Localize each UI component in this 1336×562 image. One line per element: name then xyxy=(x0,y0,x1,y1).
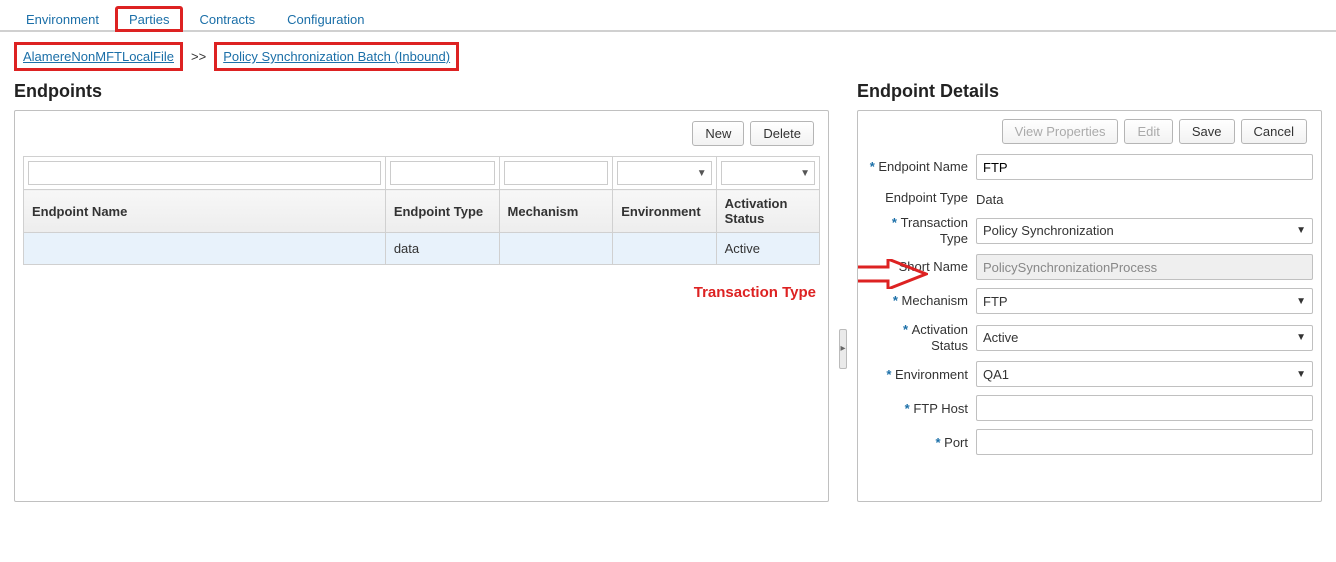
delete-button[interactable]: Delete xyxy=(750,121,814,146)
top-tabs: Environment Parties Contracts Configurat… xyxy=(0,0,1336,32)
endpoint-details-panel: Endpoint Details View Properties Edit Sa… xyxy=(857,75,1322,502)
breadcrumb-item-2-box: Policy Synchronization Batch (Inbound) xyxy=(214,42,459,71)
col-endpoint-name[interactable]: Endpoint Name xyxy=(24,190,386,233)
label-endpoint-name: Endpoint Name xyxy=(866,159,976,175)
endpoints-panel-body: New Delete Endpoint Name Endpoint Type M… xyxy=(14,110,829,502)
label-mechanism: Mechanism xyxy=(866,293,976,309)
filter-activation-status[interactable] xyxy=(721,161,815,185)
endpoints-panel: Endpoints New Delete Endpoint Name Endpo… xyxy=(14,75,829,502)
label-endpoint-type: Endpoint Type xyxy=(866,190,976,206)
breadcrumb-item-1-box: AlamereNonMFTLocalFile xyxy=(14,42,183,71)
tab-parties[interactable]: Parties xyxy=(115,6,183,32)
filter-mechanism[interactable] xyxy=(504,161,609,185)
endpoint-details-body: View Properties Edit Save Cancel Endpoin… xyxy=(857,110,1322,502)
select-activation-status[interactable]: Active xyxy=(976,325,1313,351)
input-endpoint-name[interactable] xyxy=(976,154,1313,180)
label-transaction-type: Transaction Type xyxy=(866,215,976,246)
save-button[interactable]: Save xyxy=(1179,119,1235,144)
filter-endpoint-type[interactable] xyxy=(390,161,495,185)
filter-endpoint-name[interactable] xyxy=(28,161,381,185)
value-endpoint-type: Data xyxy=(976,188,1003,207)
header-row: Endpoint Name Endpoint Type Mechanism En… xyxy=(24,190,820,233)
col-activation-status[interactable]: Activation Status xyxy=(716,190,819,233)
label-ftp-host: FTP Host xyxy=(866,401,976,417)
label-port: Port xyxy=(866,435,976,451)
endpoints-table: Endpoint Name Endpoint Type Mechanism En… xyxy=(23,156,820,265)
tab-contracts[interactable]: Contracts xyxy=(183,4,271,30)
view-properties-button[interactable]: View Properties xyxy=(1002,119,1119,144)
input-port[interactable] xyxy=(976,429,1313,455)
input-ftp-host[interactable] xyxy=(976,395,1313,421)
label-environment: Environment xyxy=(866,367,976,383)
breadcrumb-item-1[interactable]: AlamereNonMFTLocalFile xyxy=(23,49,174,64)
select-mechanism[interactable]: FTP xyxy=(976,288,1313,314)
cell-environment xyxy=(613,233,716,265)
endpoint-details-scroll[interactable]: View Properties Edit Save Cancel Endpoin… xyxy=(866,119,1313,493)
select-environment[interactable]: QA1 xyxy=(976,361,1313,387)
cancel-button[interactable]: Cancel xyxy=(1241,119,1307,144)
select-activation-status-value: Active xyxy=(983,330,1018,345)
col-endpoint-type[interactable]: Endpoint Type xyxy=(385,190,499,233)
cell-endpoint-name xyxy=(24,233,386,265)
new-button[interactable]: New xyxy=(692,121,744,146)
cell-activation-status: Active xyxy=(716,233,819,265)
splitter[interactable]: ▸ xyxy=(839,135,847,562)
select-environment-value: QA1 xyxy=(983,367,1009,382)
transaction-type-annotation: Transaction Type xyxy=(694,284,816,301)
endpoint-details-title: Endpoint Details xyxy=(857,81,1322,102)
col-mechanism[interactable]: Mechanism xyxy=(499,190,613,233)
cell-mechanism xyxy=(499,233,613,265)
breadcrumb-separator: >> xyxy=(191,49,206,64)
filter-environment[interactable] xyxy=(617,161,711,185)
edit-button[interactable]: Edit xyxy=(1124,119,1172,144)
select-transaction-type[interactable]: Policy Synchronization xyxy=(976,218,1313,244)
cell-endpoint-type: data xyxy=(385,233,499,265)
tab-configuration[interactable]: Configuration xyxy=(271,4,380,30)
breadcrumb-item-2[interactable]: Policy Synchronization Batch (Inbound) xyxy=(223,49,450,64)
select-transaction-type-value: Policy Synchronization xyxy=(983,223,1114,238)
endpoints-title: Endpoints xyxy=(14,81,829,102)
breadcrumb: AlamereNonMFTLocalFile >> Policy Synchro… xyxy=(0,32,1336,75)
input-short-name xyxy=(976,254,1313,280)
splitter-handle-icon: ▸ xyxy=(839,329,847,369)
table-row[interactable]: data Active xyxy=(24,233,820,265)
tab-environment[interactable]: Environment xyxy=(10,4,115,30)
filter-row xyxy=(24,157,820,190)
select-mechanism-value: FTP xyxy=(983,294,1008,309)
label-activation-status: Activation Status xyxy=(866,322,976,353)
label-short-name: Short Name xyxy=(866,259,976,275)
endpoints-toolbar: New Delete xyxy=(23,119,820,156)
col-environment[interactable]: Environment xyxy=(613,190,716,233)
details-toolbar: View Properties Edit Save Cancel xyxy=(866,119,1313,154)
